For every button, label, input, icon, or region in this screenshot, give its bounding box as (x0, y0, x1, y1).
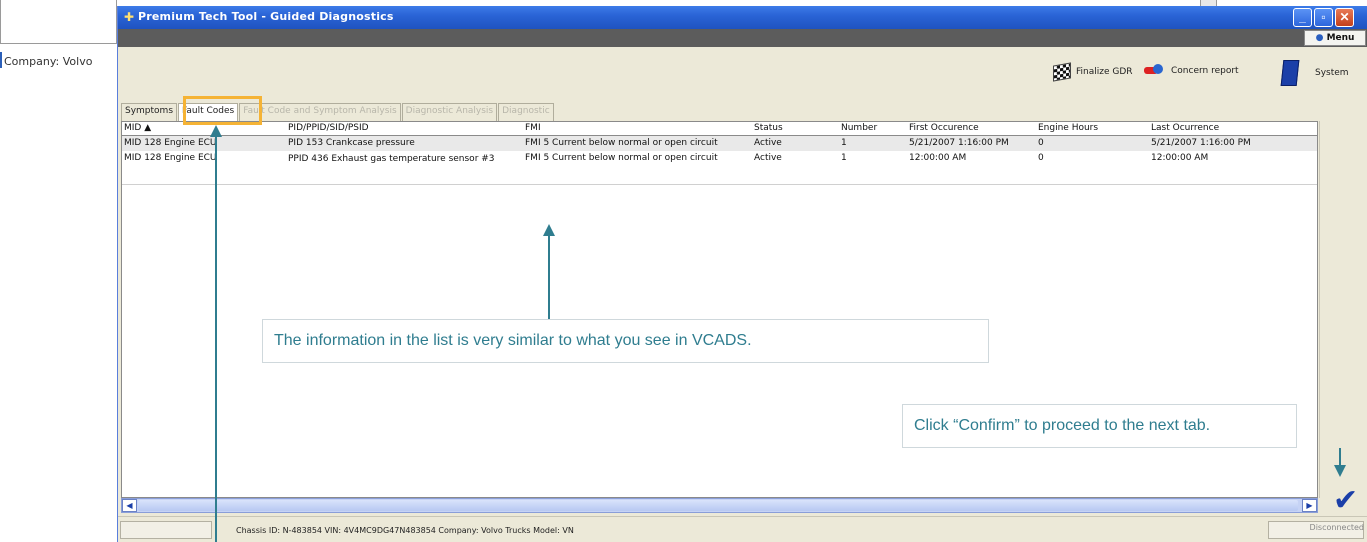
cell-fmi: FMI 5 Current below normal or open circu… (525, 153, 718, 163)
menu-button[interactable]: ● Menu (1304, 30, 1366, 46)
cell-mid: MID 128 Engine ECU (124, 153, 217, 163)
cell-last-ocurrence: 5/21/2007 1:16:00 PM (1151, 138, 1251, 148)
connection-status: Disconnected (1309, 523, 1364, 532)
system-button[interactable]: System (1280, 60, 1349, 86)
status-cell (120, 521, 212, 539)
cell-first-occurence: 12:00:00 AM (909, 153, 967, 163)
column-header-engine-hours[interactable]: Engine Hours (1038, 123, 1098, 133)
vehicle-info: Chassis ID: N-483854 VIN: 4V4MC9DG47N483… (236, 526, 574, 535)
cell-number: 1 (841, 153, 847, 163)
tab-symptoms[interactable]: Symptoms (121, 103, 178, 121)
column-header-mid[interactable]: MID ▲ (124, 123, 151, 133)
scroll-left-arrow[interactable]: ◀ (122, 499, 137, 512)
annotation-arrowhead-up (210, 125, 222, 137)
cell-last-ocurrence: 12:00:00 AM (1151, 153, 1209, 163)
window-title: Premium Tech Tool - Guided Diagnostics (138, 10, 394, 23)
cell-pid: PID 153 Crankcase pressure (288, 138, 415, 148)
cell-mid: MID 128 Engine ECU (124, 138, 217, 148)
scroll-right-arrow[interactable]: ▶ (1302, 499, 1317, 512)
cell-status: Active (754, 138, 782, 148)
table-row[interactable]: MID 128 Engine ECU PPID 436 Exhaust gas … (122, 151, 1317, 185)
checkered-flag-icon (1053, 62, 1071, 82)
maximize-button[interactable]: ▫ (1314, 8, 1333, 27)
minimize-button[interactable]: _ (1293, 8, 1312, 27)
cell-pid: PPID 436 Exhaust gas temperature sensor … (288, 154, 495, 164)
title-bar[interactable]: ✚ Premium Tech Tool - Guided Diagnostics… (118, 6, 1367, 29)
horizontal-scrollbar[interactable]: ◀ ▶ (121, 498, 1318, 513)
tab-fault-code-symptom-analysis: Fault Code and Symptom Analysis (239, 103, 401, 121)
annotation-list-text: The information in the list is very simi… (274, 332, 752, 349)
concern-report-button[interactable]: Concern report (1144, 64, 1239, 78)
background-panel (0, 0, 117, 44)
annotation-arrow-fault-codes (215, 136, 217, 542)
annotation-arrow-list (548, 236, 550, 320)
cell-status: Active (754, 153, 782, 163)
app-icon: ✚ (123, 10, 135, 24)
column-header-last-ocurrence[interactable]: Last Ocurrence (1151, 123, 1219, 133)
concern-label: Concern report (1171, 66, 1239, 76)
annotation-arrowhead-up (543, 224, 555, 236)
tab-diagnostic: Diagnostic (498, 103, 554, 121)
background-accent (0, 52, 2, 68)
guided-diagnostics-window: ✚ Premium Tech Tool - Guided Diagnostics… (117, 6, 1367, 542)
annotation-arrowhead-down (1334, 465, 1346, 477)
menu-strip: ● Menu (118, 29, 1367, 47)
fault-codes-highlight (183, 96, 262, 125)
finalize-label: Finalize GDR (1076, 67, 1133, 77)
system-label: System (1315, 68, 1349, 78)
cell-fmi: FMI 5 Current below normal or open circu… (525, 138, 718, 148)
column-header-status[interactable]: Status (754, 123, 783, 133)
table-header: MID ▲ PID/PPID/SID/PSID FMI Status Numbe… (122, 122, 1317, 136)
cell-number: 1 (841, 138, 847, 148)
column-header-first-occurence[interactable]: First Occurence (909, 123, 979, 133)
column-header-pid[interactable]: PID/PPID/SID/PSID (288, 123, 369, 133)
cell-engine-hours: 0 (1038, 138, 1044, 148)
annotation-arrow-confirm (1339, 448, 1341, 466)
menu-icon: ● (1315, 33, 1324, 43)
concern-report-icon (1144, 64, 1166, 78)
table-row[interactable]: MID 128 Engine ECU PID 153 Crankcase pre… (122, 136, 1317, 151)
menu-label: Menu (1326, 33, 1355, 43)
status-bar: Chassis ID: N-483854 VIN: 4V4MC9DG47N483… (118, 516, 1367, 542)
right-panel (1319, 121, 1367, 498)
column-header-fmi[interactable]: FMI (525, 123, 541, 133)
background-company-label: Company: Volvo (4, 55, 93, 68)
cell-engine-hours: 0 (1038, 153, 1044, 163)
column-header-number[interactable]: Number (841, 123, 877, 133)
annotation-confirm-text: Click “Confirm” to proceed to the next t… (914, 417, 1211, 434)
annotation-list-info: The information in the list is very simi… (262, 319, 989, 363)
toolbar: Finalize GDR Concern report System (118, 47, 1367, 99)
cell-first-occurence: 5/21/2007 1:16:00 PM (909, 138, 1009, 148)
system-icon (1280, 60, 1300, 86)
tab-diagnostic-analysis: Diagnostic Analysis (401, 103, 498, 121)
finalize-gdr-button[interactable]: Finalize GDR (1053, 62, 1133, 82)
confirm-check-icon[interactable]: ✔ (1333, 486, 1358, 516)
annotation-confirm-info: Click “Confirm” to proceed to the next t… (902, 404, 1297, 448)
scroll-thumb[interactable] (138, 500, 1298, 511)
close-button[interactable]: ✕ (1335, 8, 1354, 27)
screenshot-root: Company: Volvo ✚ Premium Tech Tool - Gui… (0, 0, 1367, 542)
